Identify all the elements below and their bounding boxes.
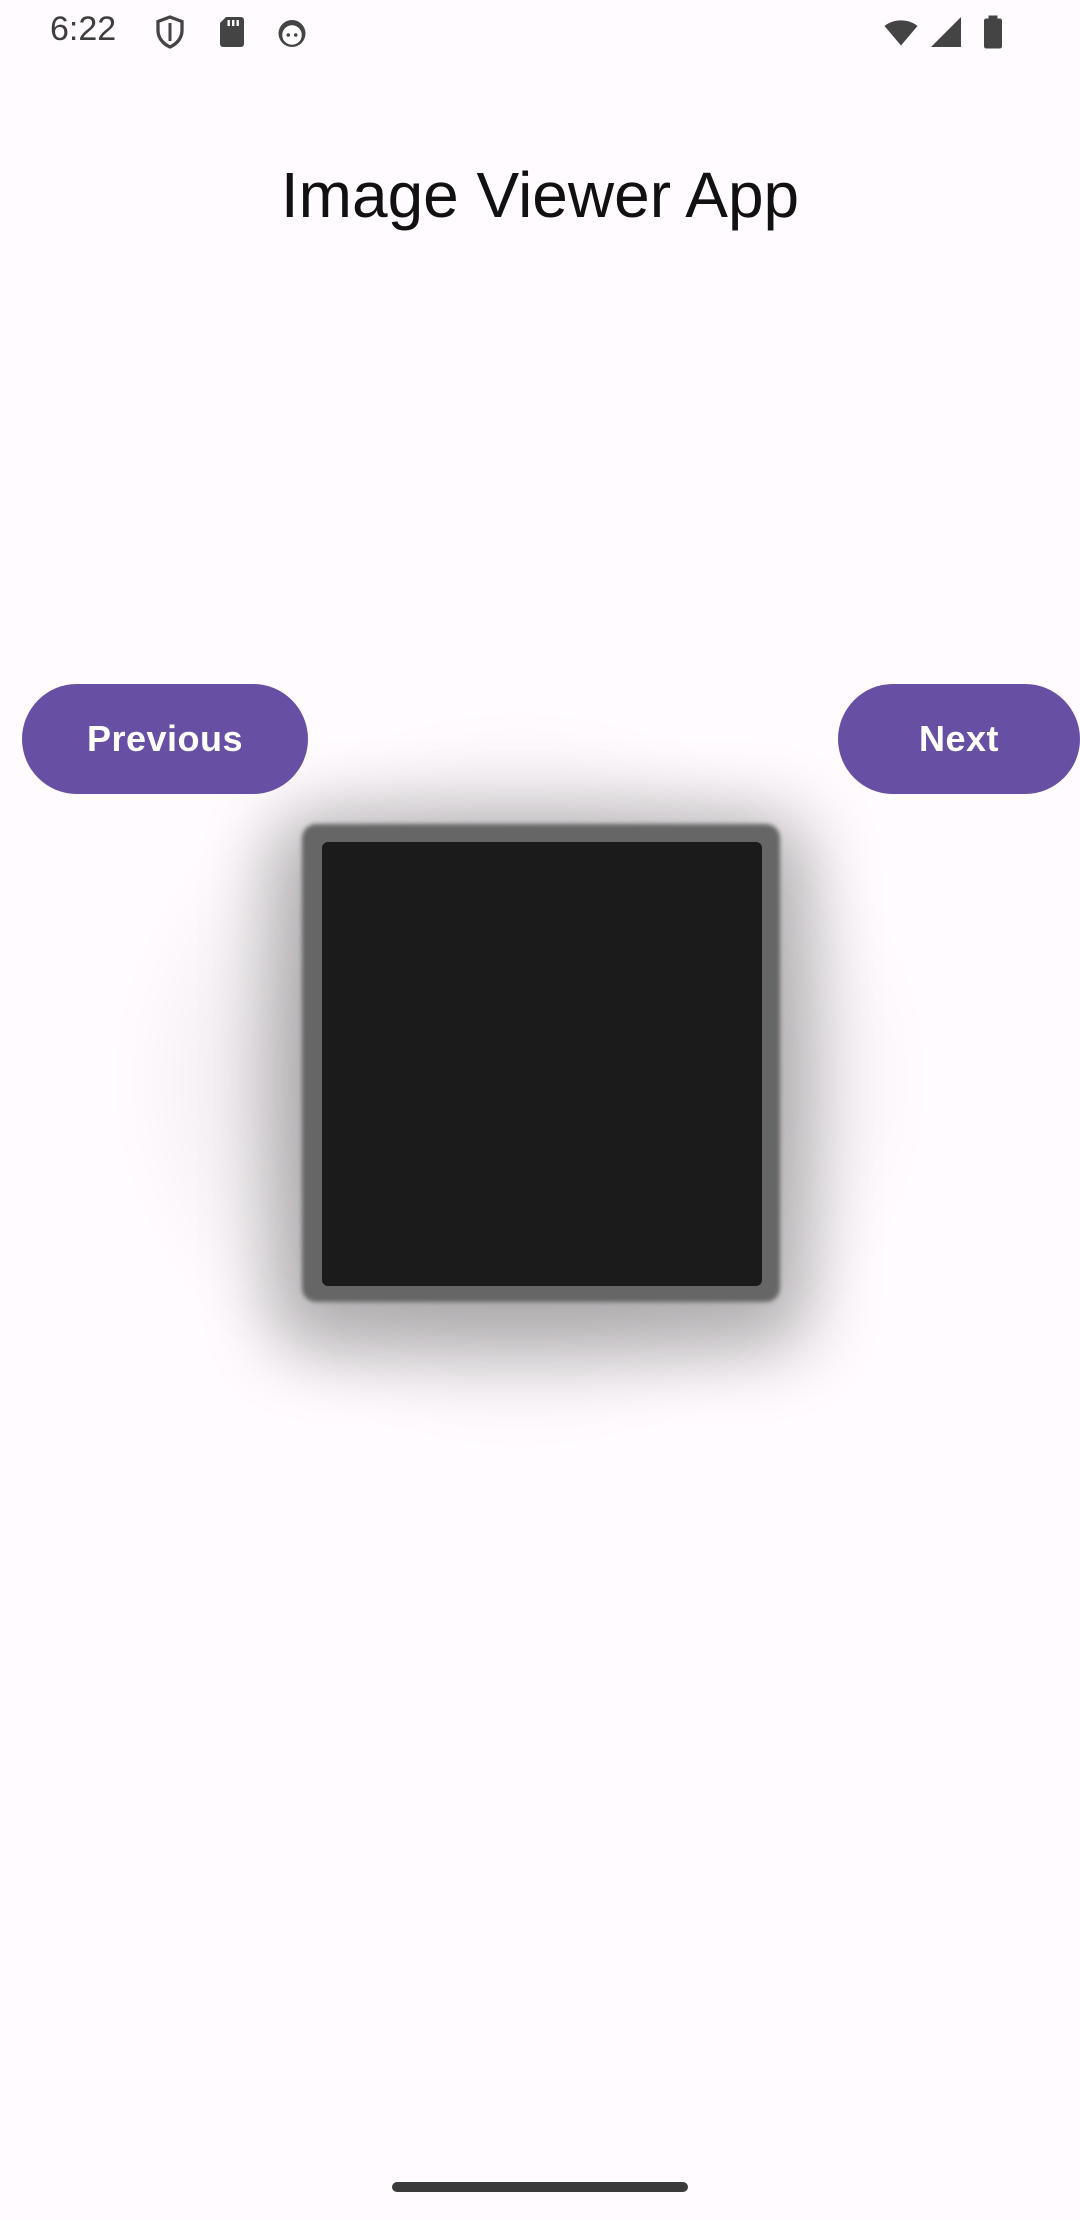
page-title: Image Viewer App: [280, 159, 800, 231]
home-indicator[interactable]: [392, 2182, 688, 2192]
image-viewer-screen: 6:22 Image Viewer App Previous Next: [0, 0, 1080, 2220]
next-button[interactable]: Next: [838, 684, 1080, 794]
sd-card-icon: [214, 14, 250, 50]
cellular-signal-icon: [928, 14, 964, 50]
battery-icon: [978, 14, 1008, 50]
displayed-image: [322, 842, 762, 1286]
android-face-icon: [274, 14, 310, 50]
status-bar: 6:22: [0, 0, 1080, 66]
shield-icon: [152, 14, 188, 50]
wifi-icon: [880, 14, 922, 50]
status-time: 6:22: [50, 10, 117, 48]
previous-button[interactable]: Previous: [22, 684, 308, 794]
